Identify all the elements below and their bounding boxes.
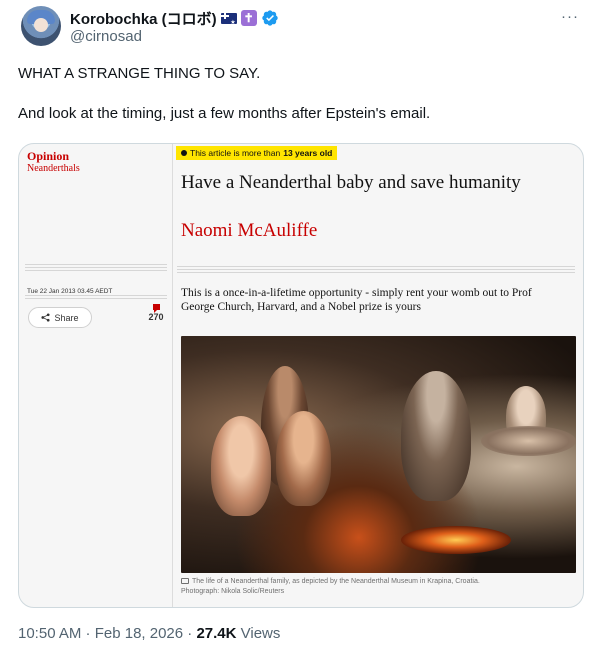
- views-label: Views: [236, 625, 281, 642]
- photo-caption: The life of a Neanderthal family, as dep…: [181, 577, 571, 597]
- author-name-row: Korobochka (コロボ) ✝: [70, 8, 279, 28]
- divider-rules: [25, 264, 167, 273]
- tweet-timestamp[interactable]: 10:50 AM · Feb 18, 2026 · 27.4K Views: [18, 625, 280, 642]
- photo-figure: [401, 371, 471, 501]
- share-button[interactable]: Share: [28, 307, 92, 328]
- article-standfirst: This is a once-in-a-lifetime opportunity…: [181, 287, 532, 313]
- photo-fire: [401, 526, 511, 554]
- share-label: Share: [54, 312, 79, 323]
- avatar-face: [34, 18, 48, 32]
- article-left-column: Opinion Neanderthals Tue 22 Jan 2013 03.…: [19, 144, 172, 607]
- tweet-line-2: And look at the timing, just a few month…: [18, 105, 431, 122]
- section-label: Opinion: [27, 149, 70, 163]
- comment-count[interactable]: 270: [145, 304, 167, 322]
- latin-cross-icon: ✝: [240, 10, 257, 26]
- author-handle[interactable]: @cirnosad: [70, 28, 142, 45]
- more-options-icon[interactable]: ···: [561, 8, 579, 25]
- australia-flag-icon: [220, 12, 237, 24]
- column-divider: [172, 144, 173, 607]
- section-sub-label: Neanderthals: [27, 163, 80, 174]
- verified-badge-icon: [261, 10, 278, 26]
- author-display-name[interactable]: Korobochka (コロボ): [70, 8, 217, 29]
- camera-icon: [181, 578, 189, 584]
- author-avatar[interactable]: [21, 6, 61, 46]
- divider-rules: [25, 295, 167, 300]
- tweet-line-1: WHAT A STRANGE THING TO SAY.: [18, 65, 261, 82]
- views-count: 27.4K: [196, 625, 237, 642]
- article-byline: Naomi McAuliffe: [181, 220, 318, 241]
- photo-figure: [276, 411, 331, 506]
- article-photo: [181, 336, 576, 573]
- comment-count-value: 270: [148, 312, 164, 322]
- caption-line-1: The life of a Neanderthal family, as dep…: [192, 578, 480, 585]
- comment-icon: [152, 304, 160, 313]
- clock-icon: [181, 150, 187, 156]
- photo-figure: [211, 416, 271, 516]
- share-icon: [41, 313, 51, 322]
- article-age-badge: This article is more than 13 years old: [176, 146, 338, 160]
- attached-screenshot-card[interactable]: Opinion Neanderthals Tue 22 Jan 2013 03.…: [18, 143, 584, 608]
- tweet-text: WHAT A STRANGE THING TO SAY. And look at…: [18, 64, 578, 124]
- age-badge-prefix: This article is more than: [190, 148, 281, 158]
- timestamp-text: 10:50 AM · Feb 18, 2026 ·: [18, 625, 197, 642]
- photo-figure: [481, 426, 576, 456]
- caption-line-2: Photograph: Nikola Solic/Reuters: [181, 588, 285, 595]
- age-badge-bold: 13 years old: [283, 148, 333, 158]
- article-date: Tue 22 Jan 2013 03.45 AEDT: [27, 288, 113, 295]
- article-headline: Have a Neanderthal baby and save humanit…: [181, 172, 521, 193]
- divider-rules: [177, 266, 575, 275]
